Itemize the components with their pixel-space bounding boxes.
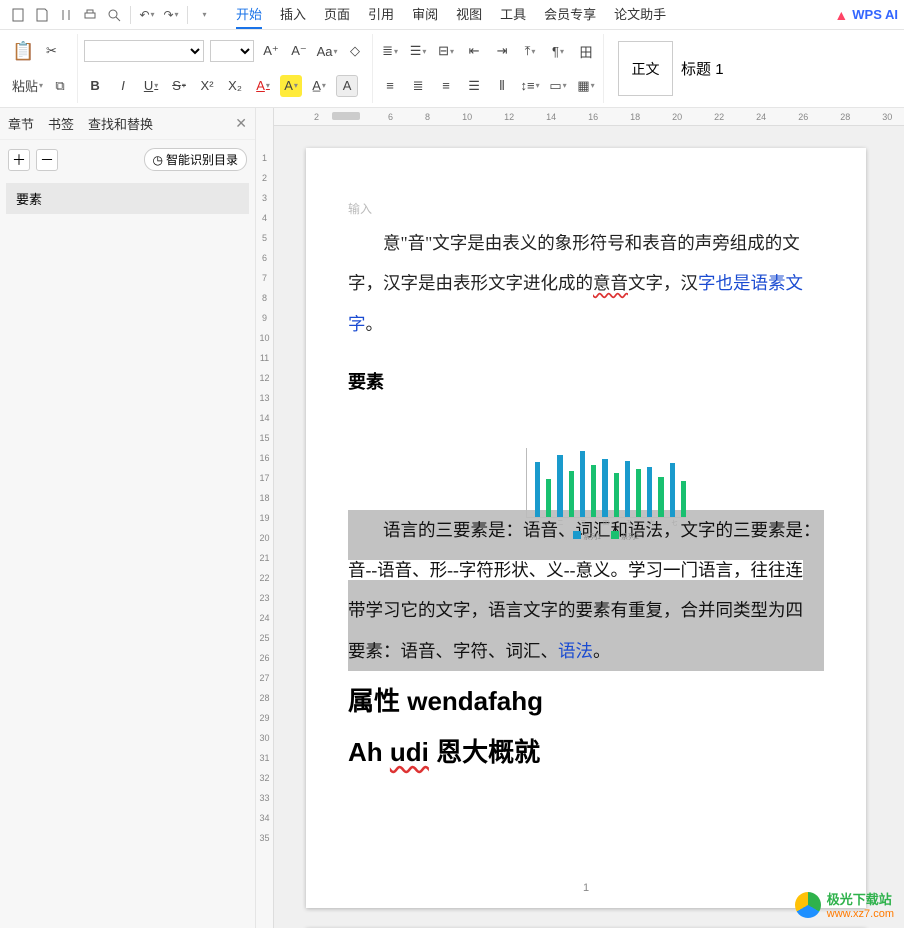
sidebar-item-yaosu[interactable]: 要素 xyxy=(6,183,249,214)
italic-button[interactable]: I xyxy=(112,75,134,97)
sidebar-tools: ＋ － ◷ 智能识别目录 xyxy=(0,140,255,179)
menu-tabs: 开始 插入 页面 引用 审阅 视图 工具 会员专享 论文助手 xyxy=(236,0,666,29)
align-justify-button[interactable]: ☰ xyxy=(463,75,485,97)
tab-review[interactable]: 审阅 xyxy=(412,0,438,29)
watermark-url: www.xz7.com xyxy=(827,908,894,920)
font-grow-button[interactable]: A⁺ xyxy=(260,40,282,62)
borders-button[interactable]: ▦▾ xyxy=(575,75,597,97)
input-hint: 输入 xyxy=(348,200,824,217)
vertical-ruler[interactable]: 1234567891011121314151617181920212223242… xyxy=(256,108,274,928)
horizontal-ruler[interactable]: 2468101214161820222426283032 xyxy=(274,108,904,126)
tab-page[interactable]: 页面 xyxy=(324,0,350,29)
redo-icon[interactable]: ↷▾ xyxy=(159,3,183,27)
sidebar-tab-findreplace[interactable]: 查找和替换 xyxy=(88,114,153,133)
align-right-button[interactable]: ≡ xyxy=(435,75,457,97)
embedded-chart[interactable]: 一二三四五六七 系列1系列2 xyxy=(526,448,686,548)
strike-button[interactable]: S▾ xyxy=(168,75,190,97)
tab-thesis[interactable]: 论文助手 xyxy=(614,0,666,29)
collapse-button[interactable]: － xyxy=(36,149,58,171)
styles-group: 正文 标题 1 xyxy=(604,34,730,103)
tab-insert[interactable]: 插入 xyxy=(280,0,306,29)
sidebar-tab-chapters[interactable]: 章节 xyxy=(8,114,34,133)
sidebar-tabs: 章节 书签 查找和替换 ✕ xyxy=(0,108,255,140)
font-shrink-button[interactable]: A⁻ xyxy=(288,40,310,62)
shading-button[interactable]: ▭▾ xyxy=(547,75,569,97)
bold-button[interactable]: B xyxy=(84,75,106,97)
line-spacing-button[interactable]: ↕≡▾ xyxy=(519,75,541,97)
change-case-button[interactable]: Aa▾ xyxy=(316,40,338,62)
undo-split-icon[interactable] xyxy=(54,3,78,27)
more-icon[interactable]: ▾ xyxy=(192,3,216,27)
char-border-button[interactable]: A xyxy=(336,75,358,97)
font-group: A⁺ A⁻ Aa▾ ◇ B I U▾ S▾ X² X₂ A▾ A▾ A̲▾ A xyxy=(78,34,373,103)
clear-format-button[interactable]: ◇ xyxy=(344,40,366,62)
chart-xticks: 一二三四五六七 xyxy=(526,518,686,527)
print-preview-icon[interactable] xyxy=(102,3,126,27)
tab-view[interactable]: 视图 xyxy=(456,0,482,29)
navigation-sidebar: 章节 书签 查找和替换 ✕ ＋ － ◷ 智能识别目录 要素 xyxy=(0,108,256,928)
font-size-select[interactable] xyxy=(210,40,254,62)
show-marks-button[interactable]: ¶▾ xyxy=(547,40,569,62)
distribute-button[interactable]: ⫴ xyxy=(491,75,513,97)
align-left-button[interactable]: ≡ xyxy=(379,75,401,97)
font-family-select[interactable] xyxy=(84,40,204,62)
page-number: 1 xyxy=(306,882,866,894)
border-button[interactable]: 田 xyxy=(575,40,597,62)
main-area: 章节 书签 查找和替换 ✕ ＋ － ◷ 智能识别目录 要素 1234567891… xyxy=(0,108,904,928)
indent-dec-button[interactable]: ⇤ xyxy=(463,40,485,62)
highlight-button[interactable]: A▾ xyxy=(280,75,302,97)
watermark-logo-icon xyxy=(795,892,821,918)
tab-member[interactable]: 会员专享 xyxy=(544,0,596,29)
sort-button[interactable]: ⤒▾ xyxy=(519,40,541,62)
wps-ai-button[interactable]: ▲WPS AI xyxy=(834,7,898,23)
paragraph-group: ≣▾ ☰▾ ⊟▾ ⇤ ⇥ ⤒▾ ¶▾ 田 ≡ ≣ ≡ ☰ ⫴ ↕≡▾ ▭▾ ▦▾ xyxy=(373,34,604,103)
numbering-button[interactable]: ☰▾ xyxy=(407,40,429,62)
watermark: 极光下载站 www.xz7.com xyxy=(795,889,894,920)
clipboard-icon[interactable]: 📋 xyxy=(12,40,34,62)
subscript-button[interactable]: X₂ xyxy=(224,75,246,97)
align-center-button[interactable]: ≣ xyxy=(407,75,429,97)
bullets-button[interactable]: ≣▾ xyxy=(379,40,401,62)
multilevel-button[interactable]: ⊟▾ xyxy=(435,40,457,62)
indent-inc-button[interactable]: ⇥ xyxy=(491,40,513,62)
style-heading1[interactable]: 标题 1 xyxy=(681,58,724,79)
quick-access-bar: ↶▾ ↷▾ ▾ 开始 插入 页面 引用 审阅 视图 工具 会员专享 论文助手 ▲… xyxy=(0,0,904,30)
tab-reference[interactable]: 引用 xyxy=(368,0,394,29)
tab-start[interactable]: 开始 xyxy=(236,0,262,29)
undo-icon[interactable]: ↶▾ xyxy=(135,3,159,27)
paragraph-1[interactable]: 意"音"文字是由表义的象形符号和表音的声旁组成的文字，汉字是由表形文字进化成的意… xyxy=(348,223,824,344)
tab-tools[interactable]: 工具 xyxy=(500,0,526,29)
hyperlink-2[interactable]: 语法 xyxy=(558,641,593,661)
clipboard-group: 📋 ✂ 粘贴▾ ⧉ xyxy=(6,34,78,103)
watermark-text: 极光下载站 xyxy=(827,892,892,907)
superscript-button[interactable]: X² xyxy=(196,75,218,97)
heading-attribute[interactable]: 属性 wendafahg xyxy=(348,681,824,723)
section-heading-yaosu[interactable]: 要素 xyxy=(348,368,824,394)
style-body[interactable]: 正文 xyxy=(618,41,673,96)
font-color-button[interactable]: A▾ xyxy=(252,75,274,97)
smart-toc-button[interactable]: ◷ 智能识别目录 xyxy=(144,148,248,171)
expand-button[interactable]: ＋ xyxy=(8,149,30,171)
indent-marker[interactable] xyxy=(332,112,360,120)
copy-button[interactable]: ⧉ xyxy=(49,75,71,97)
sidebar-tab-bookmarks[interactable]: 书签 xyxy=(48,114,74,133)
sidebar-close-icon[interactable]: ✕ xyxy=(235,115,247,132)
chart-bars xyxy=(526,448,686,518)
clock-icon: ◷ xyxy=(153,153,163,167)
chart-legend: 系列1系列2 xyxy=(526,531,686,542)
document-page[interactable]: 输入 意"音"文字是由表义的象形符号和表音的声旁组成的文字，汉字是由表形文字进化… xyxy=(306,148,866,908)
underline-button[interactable]: U▾ xyxy=(140,75,162,97)
print-icon[interactable] xyxy=(78,3,102,27)
heading-ah-udi[interactable]: Ah udi 恩大概就 xyxy=(348,732,824,774)
new-icon[interactable] xyxy=(6,3,30,27)
save-icon[interactable] xyxy=(30,3,54,27)
document-area: 1234567891011121314151617181920212223242… xyxy=(256,108,904,928)
ai-logo-icon: ▲ xyxy=(834,7,848,23)
paste-button[interactable]: 粘贴▾ xyxy=(12,75,43,97)
cut-button[interactable]: ✂ xyxy=(40,40,62,62)
ribbon: 📋 ✂ 粘贴▾ ⧉ A⁺ A⁻ Aa▾ ◇ B I U▾ S▾ X² X₂ A▾… xyxy=(0,30,904,108)
char-shading-button[interactable]: A̲▾ xyxy=(308,75,330,97)
